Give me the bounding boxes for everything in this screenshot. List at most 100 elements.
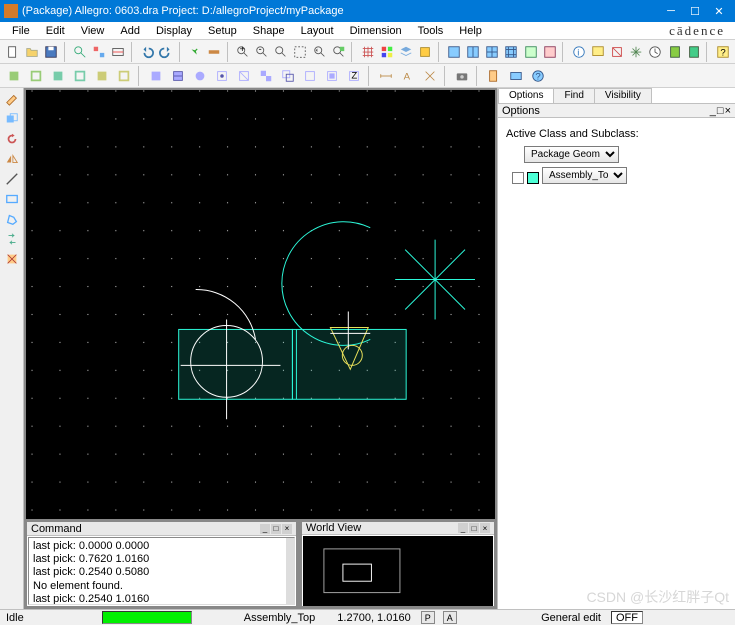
maximize-button[interactable]: ☐ xyxy=(683,1,707,21)
grid6-icon[interactable] xyxy=(541,42,558,62)
cmd-min-btn[interactable]: _ xyxy=(260,524,270,534)
redo-icon[interactable] xyxy=(157,42,174,62)
worldview-canvas[interactable] xyxy=(303,536,493,606)
zoom-in-icon[interactable]: + xyxy=(234,42,251,62)
pal-copy-icon[interactable] xyxy=(2,110,22,128)
zoom-sel-icon[interactable] xyxy=(330,42,347,62)
tool-28-icon[interactable] xyxy=(589,42,606,62)
status-p-button[interactable]: P xyxy=(421,611,435,624)
opt-min-btn[interactable]: _ xyxy=(710,105,716,117)
pal-move-icon[interactable] xyxy=(2,90,22,108)
pal-poly-icon[interactable] xyxy=(2,210,22,228)
grid1-icon[interactable] xyxy=(445,42,462,62)
edit6-icon[interactable] xyxy=(256,66,276,86)
subclass-select[interactable]: Assembly_Top xyxy=(542,167,627,184)
menu-add[interactable]: Add xyxy=(112,25,148,37)
info-icon[interactable]: i xyxy=(570,42,587,62)
edit3-icon[interactable] xyxy=(190,66,210,86)
camera-icon[interactable] xyxy=(452,66,472,86)
pal-rotate-icon[interactable] xyxy=(2,130,22,148)
layers-icon[interactable] xyxy=(397,42,414,62)
undo-icon[interactable] xyxy=(138,42,155,62)
menu-setup[interactable]: Setup xyxy=(200,25,245,37)
pal-line-icon[interactable] xyxy=(2,170,22,188)
shape4-icon[interactable] xyxy=(70,66,90,86)
pal-rect-icon[interactable] xyxy=(2,190,22,208)
dim-icon[interactable] xyxy=(376,66,396,86)
tool-10-icon[interactable] xyxy=(205,42,222,62)
edit4-icon[interactable] xyxy=(212,66,232,86)
help-icon[interactable]: ? xyxy=(714,42,731,62)
pal-delete-icon[interactable] xyxy=(2,250,22,268)
menu-file[interactable]: File xyxy=(4,25,38,37)
grid2-icon[interactable] xyxy=(464,42,481,62)
tab-visibility[interactable]: Visibility xyxy=(594,88,652,103)
close-button[interactable]: ✕ xyxy=(707,1,731,21)
cmd-close-btn[interactable]: × xyxy=(282,524,292,534)
menu-view[interactable]: View xyxy=(73,25,113,37)
tool-29-icon[interactable] xyxy=(608,42,625,62)
grid-icon[interactable] xyxy=(359,42,376,62)
tool-4-icon[interactable] xyxy=(71,42,88,62)
zoom-out-icon[interactable]: - xyxy=(253,42,270,62)
pal-swap-icon[interactable] xyxy=(2,230,22,248)
view-max-btn[interactable]: □ xyxy=(469,523,479,533)
pal-mirror-icon[interactable] xyxy=(2,150,22,168)
color-icon[interactable] xyxy=(378,42,395,62)
tool-6-icon[interactable] xyxy=(110,42,127,62)
design-canvas[interactable] xyxy=(26,90,495,519)
menu-help[interactable]: Help xyxy=(451,25,490,37)
zoom-prev-icon[interactable] xyxy=(311,42,328,62)
tab-options[interactable]: Options xyxy=(498,88,554,103)
tool-x2-icon[interactable] xyxy=(506,66,526,86)
edit2-icon[interactable] xyxy=(168,66,188,86)
tool-5-icon[interactable] xyxy=(90,42,107,62)
cmd-max-btn[interactable]: □ xyxy=(271,524,281,534)
menu-dimension[interactable]: Dimension xyxy=(342,25,410,37)
tool-x1-icon[interactable] xyxy=(484,66,504,86)
shape2-icon[interactable] xyxy=(26,66,46,86)
subclass-checkbox[interactable] xyxy=(512,172,524,184)
view-min-btn[interactable]: _ xyxy=(458,523,468,533)
edit1-icon[interactable] xyxy=(146,66,166,86)
subclass-color-icon[interactable] xyxy=(527,172,539,184)
save-icon[interactable] xyxy=(42,42,59,62)
edit8-icon[interactable] xyxy=(300,66,320,86)
grid5-icon[interactable] xyxy=(522,42,539,62)
zoom-window-icon[interactable] xyxy=(292,42,309,62)
grid4-icon[interactable] xyxy=(503,42,520,62)
pin-icon[interactable] xyxy=(186,42,203,62)
menu-shape[interactable]: Shape xyxy=(245,25,293,37)
new-icon[interactable] xyxy=(4,42,21,62)
view-close-btn[interactable]: × xyxy=(480,523,490,533)
cross-icon[interactable] xyxy=(420,66,440,86)
tool-33-icon[interactable] xyxy=(685,42,702,62)
menu-layout[interactable]: Layout xyxy=(293,25,342,37)
tool-30-icon[interactable] xyxy=(628,42,645,62)
edit7-icon[interactable] xyxy=(278,66,298,86)
menu-tools[interactable]: Tools xyxy=(410,25,452,37)
status-a-button[interactable]: A xyxy=(443,611,457,624)
tool-20-icon[interactable] xyxy=(417,42,434,62)
edit5-icon[interactable] xyxy=(234,66,254,86)
help2-icon[interactable]: ? xyxy=(528,66,548,86)
cmd-scroll[interactable] xyxy=(286,538,294,604)
text-icon[interactable]: A xyxy=(398,66,418,86)
shape3-icon[interactable] xyxy=(48,66,68,86)
grid3-icon[interactable] xyxy=(484,42,501,62)
menu-edit[interactable]: Edit xyxy=(38,25,73,37)
clock-icon[interactable] xyxy=(647,42,664,62)
edit10-icon[interactable]: Z xyxy=(344,66,364,86)
opt-max-btn[interactable]: □ xyxy=(717,105,724,117)
minimize-button[interactable]: ─ xyxy=(659,1,683,21)
calc-icon[interactable] xyxy=(666,42,683,62)
shape5-icon[interactable] xyxy=(92,66,112,86)
shape1-icon[interactable] xyxy=(4,66,24,86)
opt-close-btn[interactable]: × xyxy=(725,105,731,117)
menu-display[interactable]: Display xyxy=(148,25,200,37)
command-log[interactable]: last pick: 0.0000 0.0000 last pick: 0.76… xyxy=(28,537,295,605)
open-icon[interactable] xyxy=(23,42,40,62)
class-select[interactable]: Package Geometry xyxy=(524,146,619,163)
shape6-icon[interactable] xyxy=(114,66,134,86)
tab-find[interactable]: Find xyxy=(553,88,594,103)
